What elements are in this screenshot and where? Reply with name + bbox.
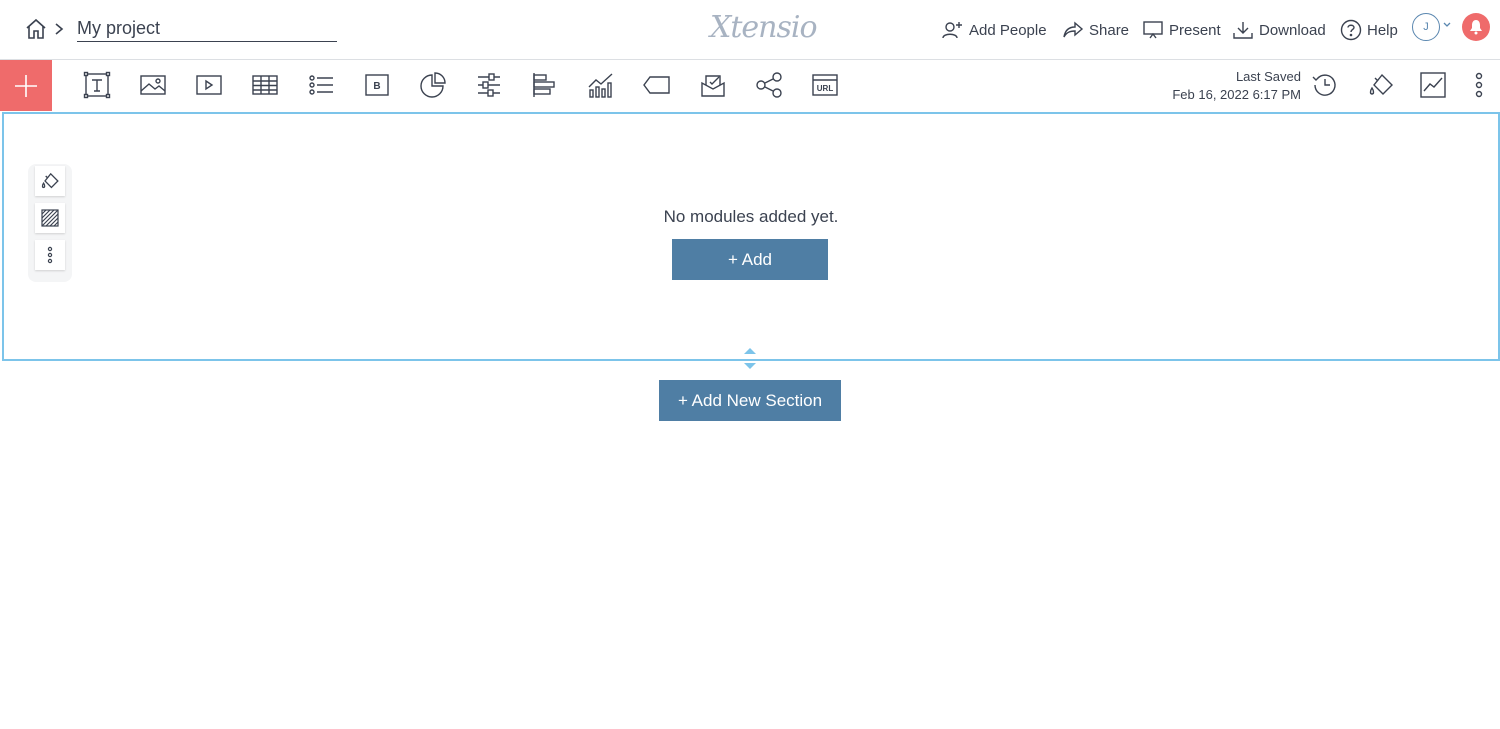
add-person-icon [942, 22, 962, 39]
slider-module-icon[interactable] [474, 70, 504, 100]
image-module-icon[interactable] [138, 70, 168, 100]
breadcrumb-chevron-icon [52, 19, 66, 39]
help-label: Help [1367, 21, 1398, 39]
last-saved-time: Feb 16, 2022 6:17 PM [1172, 87, 1301, 102]
download-label: Download [1259, 21, 1326, 39]
paint-bucket-icon[interactable] [1366, 70, 1396, 100]
present-button[interactable]: Present [1142, 17, 1221, 43]
history-icon[interactable] [1310, 70, 1340, 100]
bar-chart-module-icon[interactable] [530, 70, 560, 100]
vertical-dots-icon [47, 246, 53, 264]
section-resize-handle[interactable] [743, 346, 757, 372]
user-avatar[interactable]: J [1412, 13, 1440, 41]
add-module-inline-button[interactable]: + Add [672, 239, 828, 280]
tag-module-icon[interactable] [642, 70, 672, 100]
section-color-button[interactable] [35, 166, 65, 196]
presentation-screen-icon [1143, 21, 1163, 39]
top-header: My project Xtensio Add People Share Pres… [0, 0, 1500, 60]
canvas-section[interactable]: No modules added yet. + Add [2, 112, 1500, 361]
present-label: Present [1169, 21, 1221, 39]
url-module-icon[interactable]: URL [810, 70, 840, 100]
share-network-module-icon[interactable] [754, 70, 784, 100]
download-icon [1233, 22, 1253, 39]
svg-text:URL: URL [817, 84, 834, 93]
module-toolbar: B URL Last Saved Feb 16, 2022 6:17 PM [0, 60, 1500, 111]
share-arrow-icon [1063, 21, 1084, 38]
button-module-icon[interactable]: B [362, 70, 392, 100]
last-saved-label: Last Saved [1235, 69, 1301, 84]
help-question-icon [1340, 19, 1362, 41]
home-icon[interactable] [24, 17, 48, 41]
section-more-button[interactable] [35, 240, 65, 270]
analytics-icon[interactable] [1418, 70, 1448, 100]
help-button[interactable]: Help [1340, 17, 1398, 43]
plus-icon [15, 74, 37, 97]
paint-bucket-icon [41, 172, 59, 189]
add-new-section-button[interactable]: + Add New Section [659, 380, 841, 421]
add-people-label: Add People [969, 21, 1047, 39]
embed-module-icon[interactable] [698, 70, 728, 100]
pie-chart-module-icon[interactable] [418, 70, 448, 100]
xtensio-logo: Xtensio [710, 10, 818, 45]
list-module-icon[interactable] [306, 70, 336, 100]
chevron-down-icon[interactable] [1442, 17, 1452, 27]
empty-section-message: No modules added yet. [663, 207, 839, 226]
video-module-icon[interactable] [194, 70, 224, 100]
line-chart-module-icon[interactable] [586, 70, 616, 100]
last-saved-status: Last Saved Feb 16, 2022 6:17 PM [1172, 68, 1301, 104]
add-people-button[interactable]: Add People [942, 17, 1047, 43]
bell-icon [1470, 20, 1482, 35]
more-options-icon[interactable] [1464, 70, 1494, 100]
notifications-button[interactable] [1462, 13, 1490, 41]
svg-text:B: B [373, 81, 380, 92]
table-module-icon[interactable] [250, 70, 280, 100]
project-name-input[interactable]: My project [77, 17, 337, 42]
share-button[interactable]: Share [1062, 17, 1129, 43]
download-button[interactable]: Download [1232, 17, 1326, 43]
share-label: Share [1089, 21, 1130, 39]
text-module-icon[interactable] [82, 70, 112, 100]
add-module-button[interactable] [0, 60, 52, 111]
